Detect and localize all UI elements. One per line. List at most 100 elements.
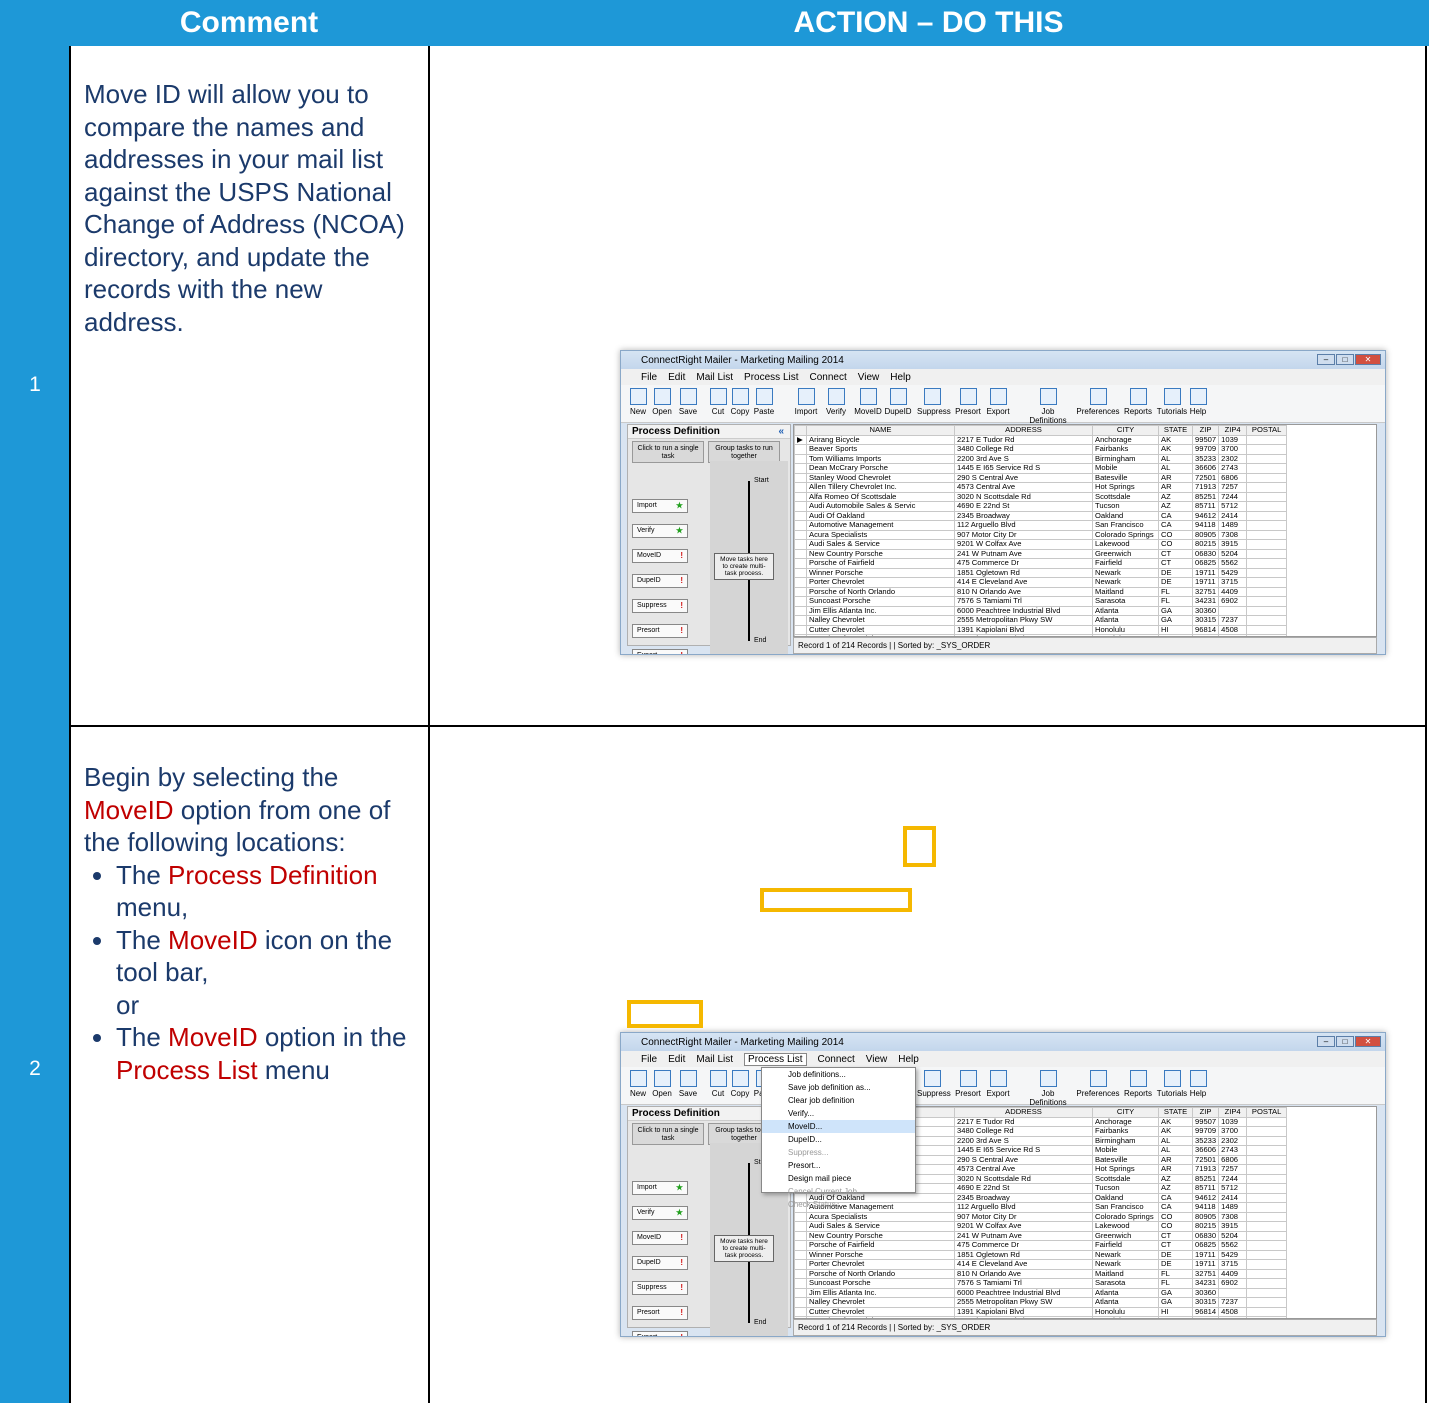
maximize-button[interactable]: □ [1336, 1036, 1354, 1047]
task-suppress[interactable]: Suppress! [632, 1281, 688, 1295]
toolbar-label: Import [794, 407, 818, 416]
table-cell: 71913 [1191, 1164, 1220, 1175]
comment-step-1: Move ID will allow you to compare the na… [84, 79, 405, 337]
menu-option[interactable]: Job definitions... [762, 1068, 915, 1081]
toolbar-button[interactable]: Import [791, 388, 821, 416]
task-verify[interactable]: Verify ★ [632, 524, 688, 538]
menu-item[interactable]: Help [898, 1054, 919, 1065]
row-selector [794, 453, 807, 464]
column-header[interactable]: CITY [1092, 425, 1159, 436]
process-list-menu: Job definitions... Save job definition as… [761, 1067, 916, 1209]
close-button[interactable]: ✕ [1355, 354, 1381, 365]
table-row[interactable]: Dean McCrary Porsche1445 E I65 Service R… [794, 463, 1288, 474]
column-header[interactable]: CITY [1092, 1107, 1159, 1118]
task-presort[interactable]: Presort! [632, 1306, 688, 1320]
toolbar-button[interactable]: Help [1173, 1070, 1223, 1098]
task-export[interactable]: Export! [632, 649, 688, 654]
table-row[interactable]: Audi Sales & Service 9201 W Colfax Ave Lak… [794, 539, 1288, 550]
minimize-button[interactable]: – [1317, 354, 1335, 365]
column-header[interactable]: NAME [806, 425, 955, 436]
table-row[interactable]: Beaver Sports3480 College RdFairbanksAK9… [794, 444, 1288, 455]
menu-option[interactable]: Cancel Current Job [762, 1185, 915, 1198]
table-row[interactable]: Allen Tillery Chevrolet Inc.4573 Central… [794, 482, 1288, 493]
menu-item[interactable]: File [641, 1054, 657, 1065]
toolbar-button[interactable]: Save [673, 388, 703, 416]
toolbar-button[interactable]: Suppress [917, 388, 951, 416]
toolbar-button[interactable]: Help [1173, 388, 1223, 416]
toolbar-button[interactable]: Job Definitions [1023, 388, 1073, 425]
maximize-button[interactable]: □ [1336, 354, 1354, 365]
toolbar-button[interactable]: DupeID [883, 388, 913, 416]
toolbar-button[interactable]: Presort [953, 1070, 983, 1098]
toolbar-button[interactable]: Job Definitions [1023, 1070, 1073, 1107]
menu-item[interactable]: Edit [668, 372, 685, 383]
toolbar-button[interactable]: Export [983, 1070, 1013, 1098]
menu-option[interactable]: MoveID... [762, 1120, 915, 1133]
toolbar-button[interactable]: Paste [749, 388, 779, 416]
table-cell: 414 E Cleveland Ave [954, 1259, 1093, 1270]
toolbar-button[interactable]: Verify [821, 388, 851, 416]
menu-option[interactable]: Suppress... [762, 1146, 915, 1159]
table-row[interactable]: Automotive Management 112 Arguello Blvd Sa… [794, 520, 1288, 531]
toolbar-button[interactable]: Suppress [917, 1070, 951, 1098]
menu-option[interactable]: Check Status... [762, 1198, 915, 1211]
table-row[interactable]: Porsche of Fairfield 475 Commerce Dr Fairf… [794, 558, 1288, 569]
table-row[interactable]: Nalley Chevrolet 2555 Metropolitan Pkwy S… [794, 615, 1288, 626]
toolbar-button[interactable]: MoveID [853, 388, 883, 416]
single-task-button[interactable]: Click to run a single task [632, 1123, 704, 1145]
column-header[interactable]: ZIP4 [1218, 425, 1248, 436]
single-task-button[interactable]: Click to run a single task [632, 441, 704, 463]
column-header[interactable]: STATE [1158, 1107, 1193, 1118]
task-verify[interactable]: Verify ★ [632, 1206, 688, 1220]
column-header[interactable]: ADDRESS [954, 425, 1093, 436]
column-header[interactable]: ZIP [1191, 1107, 1220, 1118]
column-header[interactable]: ADDRESS [954, 1107, 1093, 1118]
task-moveid[interactable]: MoveID! [632, 1231, 688, 1245]
menu-option[interactable]: Presort... [762, 1159, 915, 1172]
table-row[interactable]: Porter Chevrolet 414 E Cleveland Ave Newar… [794, 1259, 1288, 1270]
task-export[interactable]: Export! [632, 1331, 688, 1336]
table-row[interactable]: Nalley Chevrolet 2555 Metropolitan Pkwy S… [794, 1297, 1288, 1308]
menu-option[interactable]: Verify... [762, 1107, 915, 1120]
collapse-icon[interactable]: « [778, 426, 784, 437]
column-header[interactable]: POSTAL [1246, 1107, 1288, 1118]
column-header[interactable]: ZIP4 [1218, 1107, 1248, 1118]
menu-item[interactable]: Help [890, 372, 911, 383]
minimize-button[interactable]: – [1317, 1036, 1335, 1047]
table-row[interactable]: Porsche of Fairfield 475 Commerce Dr Fairf… [794, 1240, 1288, 1251]
menu-item[interactable]: View [866, 1054, 888, 1065]
toolbar-button[interactable]: Export [983, 388, 1013, 416]
menu-option[interactable]: DupeID... [762, 1133, 915, 1146]
menu-item[interactable]: Connect [818, 1054, 855, 1065]
table-row[interactable]: Audi Sales & Service 9201 W Colfax Ave Lak… [794, 1221, 1288, 1232]
toolbar-button[interactable]: Presort [953, 388, 983, 416]
menu-option[interactable]: Clear job definition [762, 1094, 915, 1107]
task-moveid[interactable]: MoveID! [632, 549, 688, 563]
table-row[interactable]: Porter Chevrolet 414 E Cleveland Ave Newar… [794, 577, 1288, 588]
menu-item[interactable]: Mail List [696, 372, 733, 383]
menu-item[interactable]: Edit [668, 1054, 685, 1065]
toolbar-button[interactable]: Save [673, 1070, 703, 1098]
menu-item[interactable]: Connect [810, 372, 847, 383]
task-dupeid[interactable]: DupeID! [632, 1256, 688, 1270]
task-presort[interactable]: Presort! [632, 624, 688, 638]
close-button[interactable]: ✕ [1355, 1036, 1381, 1047]
group-tasks-button[interactable]: Group tasks to run together [708, 441, 780, 463]
task-import[interactable]: Import ★ [632, 1181, 688, 1195]
table-row[interactable]: Audi Automobile Sales & Servic4690 E 22n… [794, 501, 1288, 512]
table-row[interactable]: Suncoast Porsche 7576 S Tamiami Trl Saraso… [794, 596, 1288, 607]
menu-item[interactable]: File [641, 372, 657, 383]
menu-option[interactable]: Save job definition as... [762, 1081, 915, 1094]
menu-item[interactable]: Mail List [696, 1054, 733, 1065]
column-header[interactable]: STATE [1158, 425, 1193, 436]
menu-item[interactable]: Process List [744, 372, 798, 383]
column-header[interactable]: ZIP [1191, 425, 1220, 436]
task-import[interactable]: Import ★ [632, 499, 688, 513]
task-suppress[interactable]: Suppress! [632, 599, 688, 613]
column-header[interactable]: POSTAL [1246, 425, 1288, 436]
menu-option[interactable]: Design mail piece [762, 1172, 915, 1185]
menu-item[interactable]: View [858, 372, 880, 383]
task-dupeid[interactable]: DupeID! [632, 574, 688, 588]
menu-item[interactable]: Process List [744, 1052, 807, 1066]
table-row[interactable]: Suncoast Porsche 7576 S Tamiami Trl Saraso… [794, 1278, 1288, 1289]
